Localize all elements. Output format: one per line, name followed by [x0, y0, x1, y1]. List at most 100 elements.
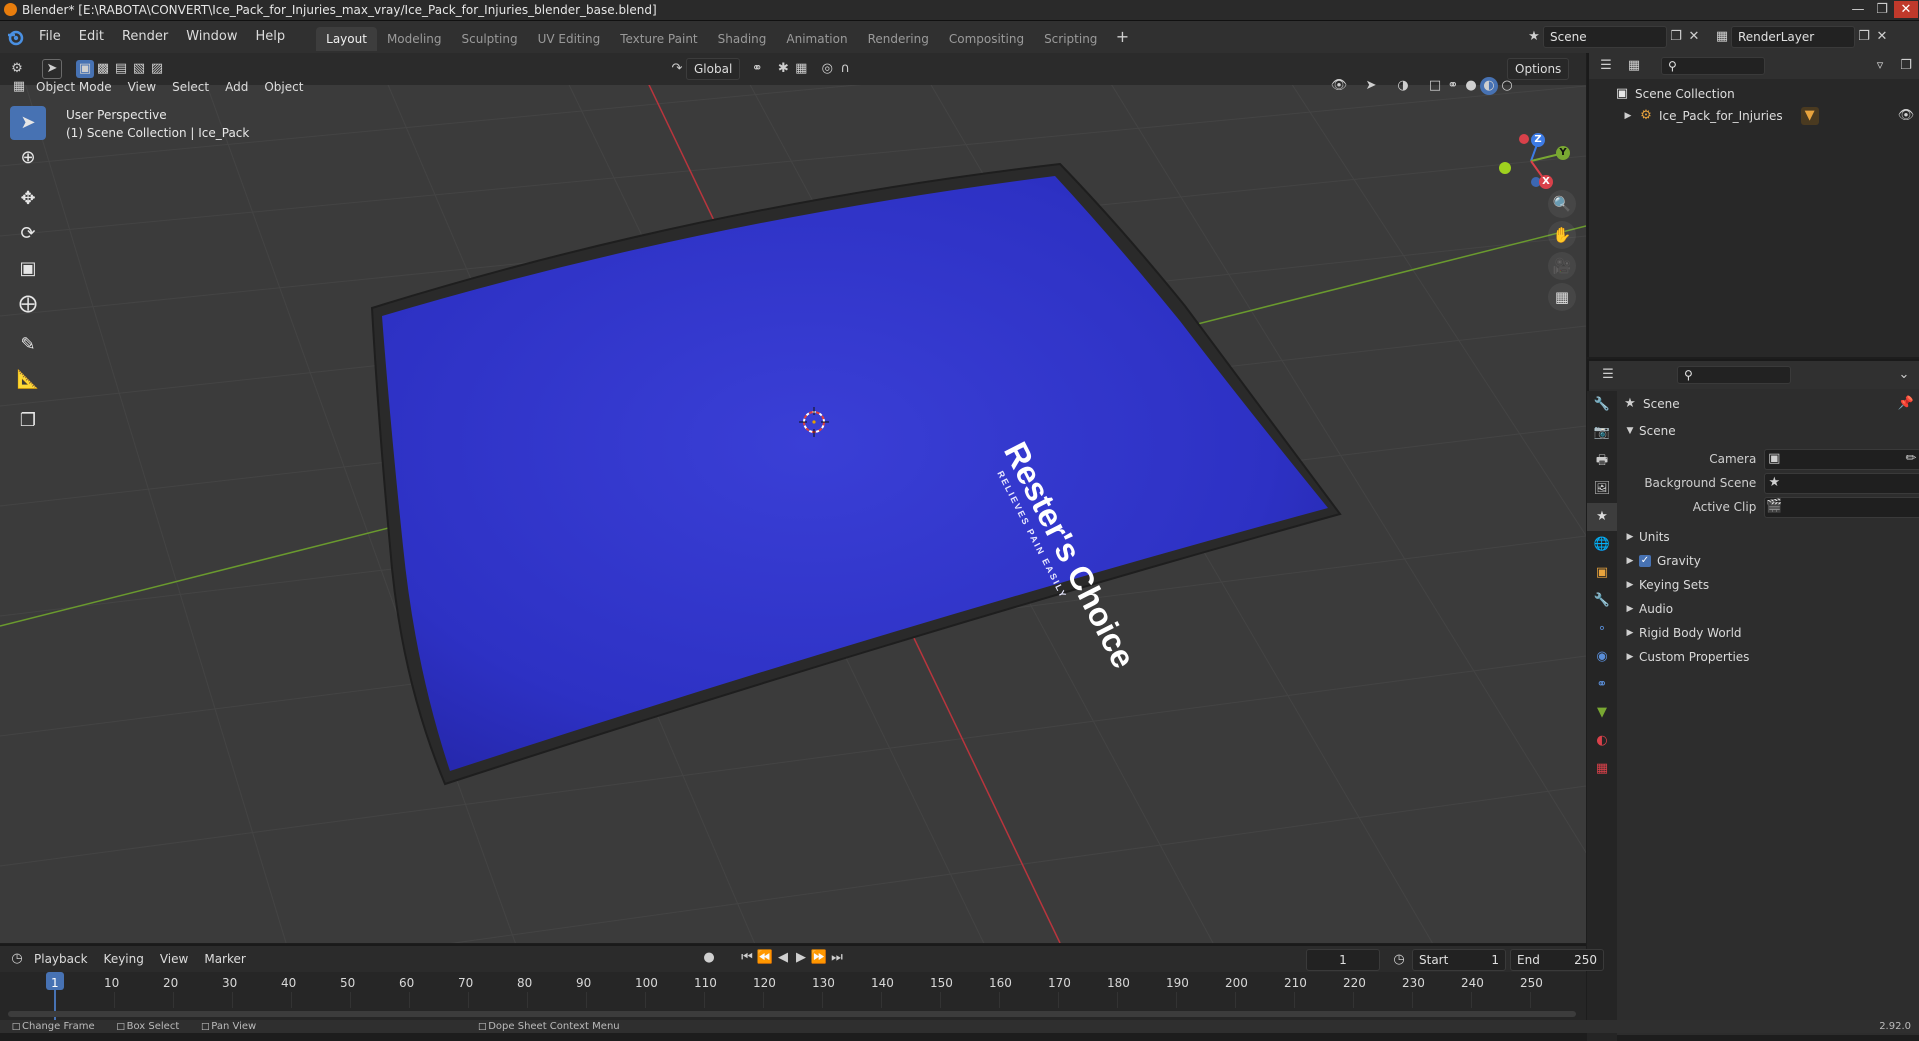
eyedropper-icon[interactable]: ✏ [1902, 450, 1919, 468]
background-scene-field[interactable]: ★ [1764, 472, 1919, 494]
move-tool-icon[interactable]: ✥ [10, 182, 46, 216]
cursor-tool-icon[interactable]: ⊕ [10, 141, 46, 175]
eye-visibility-icon[interactable]: 👁 [1897, 107, 1915, 125]
clock-icon[interactable]: ◷ [1390, 951, 1408, 969]
chevron-down-icon[interactable]: ⌄ [1895, 366, 1913, 384]
start-frame-field[interactable]: Start 1 [1412, 949, 1506, 971]
display-mode-icon[interactable]: ▦ [1625, 57, 1643, 75]
modifier-tab-icon[interactable]: 🔧 [1587, 587, 1617, 615]
texture-tab-icon[interactable]: ▦ [1587, 755, 1617, 783]
jump-start-icon[interactable]: ⏮ [738, 949, 756, 967]
tab-shading[interactable]: Shading [708, 27, 777, 51]
next-keyframe-icon[interactable]: ⏩ [810, 949, 828, 967]
mode-dropdown[interactable]: Object Mode [28, 75, 120, 99]
gizmo-toggle-icon[interactable]: ➤ [1362, 77, 1380, 95]
timeline-view-menu[interactable]: View [152, 947, 196, 971]
material-shading-icon[interactable]: ◐ [1480, 77, 1498, 95]
camera-view-icon[interactable]: 🎥 [1548, 252, 1576, 280]
physics-tab-icon[interactable]: ◉ [1587, 643, 1617, 671]
keying-menu[interactable]: Keying [96, 947, 152, 971]
gizmo-z-axis[interactable]: Z [1531, 133, 1545, 147]
close-icon[interactable]: ✕ [1894, 1, 1918, 18]
data-tab-icon[interactable]: ▼ [1587, 699, 1617, 727]
object-data-icon[interactable]: ▼ [1800, 107, 1819, 125]
scene-tab-icon[interactable]: ★ [1587, 503, 1617, 531]
outliner-root-row[interactable]: ▣ Scene Collection [1589, 83, 1919, 105]
solid-shading-icon[interactable]: ● [1462, 77, 1480, 95]
new-layer-icon[interactable]: ❐ [1855, 28, 1873, 46]
restore-icon[interactable]: ❐ [1870, 1, 1894, 18]
timeline-editor-icon[interactable]: ◷ [8, 950, 26, 968]
rotate-tool-icon[interactable]: ⟳ [10, 217, 46, 251]
annotate-tool-icon[interactable]: ✎ [10, 328, 46, 362]
timeline-scrollbar[interactable] [8, 1011, 1576, 1017]
visibility-icon[interactable]: 👁 [1330, 77, 1348, 95]
gravity-checkbox[interactable]: ✓ [1639, 555, 1651, 567]
add-cube-tool-icon[interactable]: ❐ [10, 404, 46, 438]
new-collection-icon[interactable]: ❐ [1897, 57, 1915, 75]
expand-arrow-icon[interactable]: ▶ [1619, 107, 1637, 125]
menu-file[interactable]: File [30, 21, 70, 53]
panel-custom-properties[interactable]: ▶ Custom Properties [1621, 645, 1919, 669]
render-layer-field[interactable]: RenderLayer [1731, 26, 1855, 48]
wireframe-shading-icon[interactable]: ⚭ [1444, 77, 1462, 95]
tab-rendering[interactable]: Rendering [858, 27, 939, 51]
delete-layer-icon[interactable]: ✕ [1873, 28, 1891, 46]
scene-field[interactable]: Scene [1543, 26, 1667, 48]
xray-icon[interactable]: □ [1426, 77, 1444, 95]
world-tab-icon[interactable]: 🌐 [1587, 531, 1617, 559]
panel-gravity[interactable]: ▶ ✓ Gravity [1621, 549, 1919, 573]
add-menu[interactable]: Add [217, 75, 256, 99]
select-menu[interactable]: Select [164, 75, 217, 99]
marker-menu[interactable]: Marker [196, 947, 253, 971]
add-workspace-icon[interactable]: + [1113, 28, 1131, 46]
panel-units[interactable]: ▶ Units [1621, 525, 1919, 549]
scene-icon[interactable]: ★ [1525, 28, 1543, 46]
record-icon[interactable]: ● [700, 949, 718, 967]
overlay-toggle-icon[interactable]: ◑ [1394, 77, 1412, 95]
play-reverse-icon[interactable]: ◀ [774, 949, 792, 967]
end-frame-field[interactable]: End 250 [1510, 949, 1604, 971]
material-tab-icon[interactable]: ◐ [1587, 727, 1617, 755]
menu-window[interactable]: Window [177, 21, 246, 53]
transform-tool-icon[interactable]: ⨁ [10, 287, 46, 321]
new-scene-icon[interactable]: ❐ [1667, 28, 1685, 46]
menu-edit[interactable]: Edit [70, 21, 113, 53]
outliner-editor-icon[interactable]: ☰ [1597, 57, 1615, 75]
tool-tab-icon[interactable]: 🔧 [1587, 391, 1617, 419]
tab-scripting[interactable]: Scripting [1034, 27, 1107, 51]
properties-editor-icon[interactable]: ☰ [1599, 366, 1617, 384]
prev-keyframe-icon[interactable]: ⏪ [756, 949, 774, 967]
select-box-tool-icon[interactable]: ➤ [10, 106, 46, 140]
ortho-grid-icon[interactable]: ▦ [1548, 283, 1576, 311]
render-tab-icon[interactable]: 📷 [1587, 419, 1617, 447]
tab-modeling[interactable]: Modeling [377, 27, 452, 51]
blender-menu-icon[interactable] [0, 21, 30, 53]
measure-tool-icon[interactable]: 📐 [10, 363, 46, 397]
tab-animation[interactable]: Animation [776, 27, 857, 51]
outliner-search-input[interactable]: ⚲ [1661, 57, 1765, 75]
pan-hand-icon[interactable]: ✋ [1548, 221, 1576, 249]
rendered-shading-icon[interactable]: ○ [1498, 77, 1516, 95]
jump-end-icon[interactable]: ⏭ [828, 949, 846, 967]
camera-field[interactable]: ▣ ✏ [1764, 448, 1919, 470]
tab-sculpting[interactable]: Sculpting [452, 27, 528, 51]
active-clip-field[interactable]: 🎬 [1764, 496, 1919, 518]
tab-texture-paint[interactable]: Texture Paint [610, 27, 707, 51]
output-tab-icon[interactable]: 🖶 [1587, 447, 1617, 475]
pin-icon[interactable]: 📌 [1897, 395, 1915, 413]
tab-compositing[interactable]: Compositing [939, 27, 1034, 51]
scale-tool-icon[interactable]: ▣ [10, 252, 46, 286]
object-tab-icon[interactable]: ▣ [1587, 559, 1617, 587]
filter-icon[interactable]: ▿ [1871, 57, 1889, 75]
3d-viewport[interactable]: User Perspective (1) Scene Collection | … [0, 76, 1586, 943]
menu-help[interactable]: Help [247, 21, 295, 53]
gizmo-y-axis[interactable]: Y [1556, 146, 1570, 160]
outliner-item-row[interactable]: ▶ ⚙ Ice_Pack_for_Injuries ▼ 👁 [1589, 105, 1919, 127]
play-icon[interactable]: ▶ [792, 949, 810, 967]
minimize-icon[interactable]: — [1846, 1, 1870, 18]
render-layer-icon[interactable]: ▦ [1713, 28, 1731, 46]
panel-rigid-body-world[interactable]: ▶ Rigid Body World [1621, 621, 1919, 645]
current-frame-field[interactable]: 1 [1306, 949, 1380, 971]
scene-section-header[interactable]: ▼ Scene [1621, 419, 1919, 443]
